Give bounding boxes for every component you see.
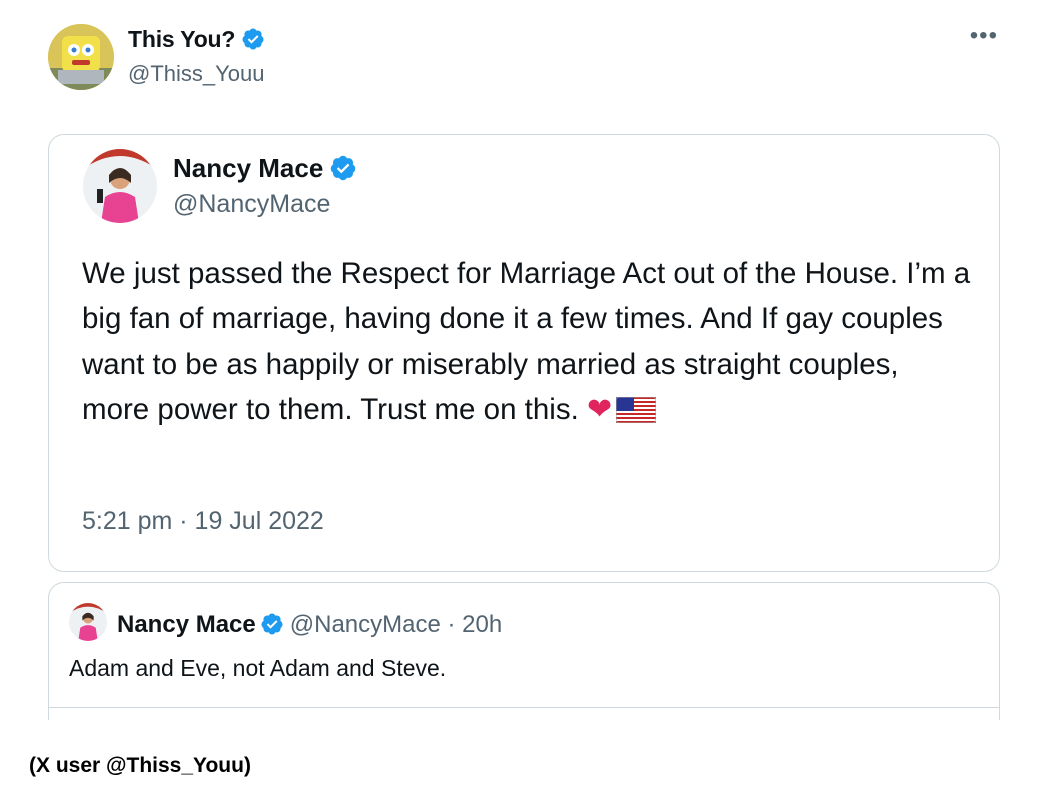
separator-dot: ·: [447, 611, 456, 638]
tweet-age[interactable]: 20h: [462, 611, 502, 638]
author-handle[interactable]: @NancyMace: [290, 611, 441, 638]
image-caption: (X user @Thiss_Youu): [29, 754, 251, 777]
author-name[interactable]: Nancy Mace: [117, 611, 256, 638]
quoted-author-handle[interactable]: @NancyMace: [173, 190, 330, 219]
heart-emoji-icon: ❤: [586, 392, 613, 426]
more-options-button[interactable]: •••: [970, 24, 998, 48]
author-handle[interactable]: @Thiss_Youu: [128, 61, 265, 87]
tweet-header: This You? @Thiss_Youu •••: [48, 22, 1008, 92]
verified-badge-icon: [242, 28, 264, 50]
quoted-tweet-card[interactable]: Nancy Mace @NancyMace We just passed the…: [48, 134, 1000, 572]
us-flag-emoji-icon: [616, 396, 657, 423]
quoted-tweet-text: We just passed the Respect for Marriage …: [82, 251, 972, 432]
tweet-timestamp[interactable]: 5:21 pm · 19 Jul 2022: [82, 507, 324, 536]
author-name[interactable]: This You?: [128, 26, 265, 53]
avatar[interactable]: [83, 149, 157, 223]
avatar[interactable]: [69, 603, 107, 641]
embedded-tweet-card[interactable]: Nancy Mace @NancyMace · 20h Adam and Eve,…: [48, 582, 1000, 742]
more-horizontal-icon: •••: [969, 22, 998, 49]
quoted-tweet-body: We just passed the Respect for Marriage …: [82, 257, 971, 426]
tweet-text: Adam and Eve, not Adam and Steve.: [69, 655, 447, 681]
quoted-author-name[interactable]: Nancy Mace: [173, 153, 357, 184]
divider: [49, 707, 999, 708]
verified-badge-icon: [331, 155, 356, 181]
tweet-header: Nancy Mace @NancyMace · 20h: [117, 611, 502, 639]
avatar[interactable]: [48, 24, 114, 90]
verified-badge-icon: [261, 613, 283, 635]
